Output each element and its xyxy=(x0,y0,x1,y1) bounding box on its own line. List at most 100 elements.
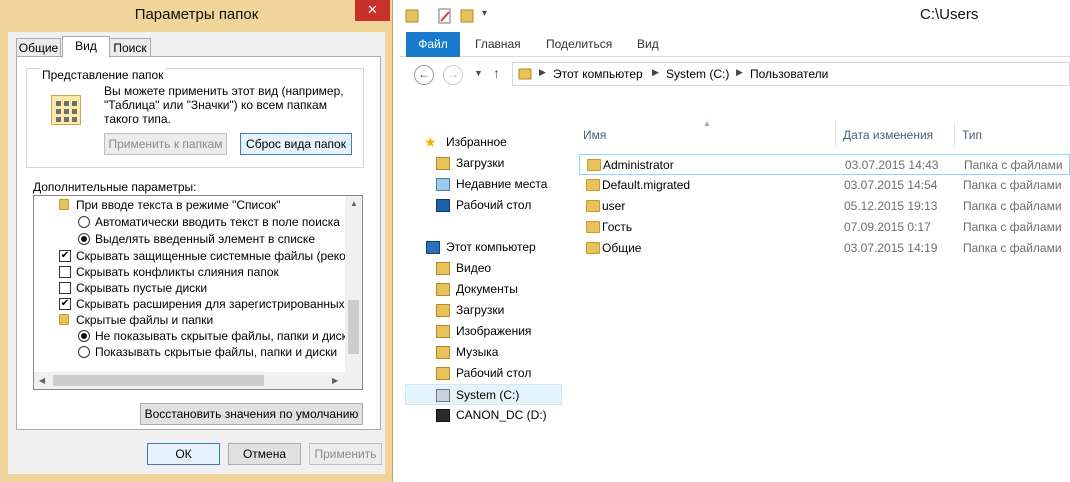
column-date-modified[interactable]: Дата изменения xyxy=(843,128,933,142)
apply-button[interactable]: Применить xyxy=(309,443,382,465)
downloads-folder-icon xyxy=(436,304,450,317)
computer-icon xyxy=(426,241,440,254)
ribbon-tabs: Файл Главная Поделиться Вид xyxy=(400,32,1070,57)
folder-icon xyxy=(518,68,532,80)
breadcrumb-system-c[interactable]: System (C:) xyxy=(666,67,729,81)
pictures-folder-icon xyxy=(436,325,450,338)
folder-views-icon xyxy=(51,95,81,125)
breadcrumb-separator-icon[interactable]: ▶ xyxy=(652,67,659,78)
tab-share[interactable]: Поделиться xyxy=(546,32,612,57)
horizontal-scrollbar[interactable]: ◀ ▶ xyxy=(34,372,362,389)
restore-defaults-button[interactable]: Восстановить значения по умолчанию xyxy=(140,403,363,425)
file-row[interactable]: Administrator 03.07.2015 14:43 Папка с ф… xyxy=(579,154,1070,175)
nav-item-pictures[interactable]: Изображения xyxy=(400,321,563,342)
scroll-right-icon[interactable]: ▶ xyxy=(332,376,338,386)
advanced-settings-label: Дополнительные параметры: xyxy=(33,180,197,194)
explorer-window: ▾ C:\Users Файл Главная Поделиться Вид ←… xyxy=(400,0,1070,482)
vertical-scrollbar[interactable]: ▲ xyxy=(345,196,362,372)
folder-icon xyxy=(405,9,419,23)
customize-toolbar-icon[interactable]: ▾ xyxy=(482,8,487,24)
window-title: C:\Users xyxy=(920,6,979,23)
back-icon[interactable]: ← xyxy=(414,65,434,85)
forward-icon[interactable]: → xyxy=(443,65,463,85)
radio-button[interactable] xyxy=(78,330,90,342)
nav-item-downloads[interactable]: Загрузки xyxy=(400,153,563,174)
up-icon[interactable]: ↑ xyxy=(493,65,500,81)
close-icon[interactable]: ✕ xyxy=(355,0,390,21)
horizontal-scroll-thumb[interactable] xyxy=(53,375,264,386)
vertical-scroll-thumb[interactable] xyxy=(348,300,359,354)
folder-options-dialog: Параметры папок ✕ Общие Вид Поиск Предст… xyxy=(0,0,393,482)
column-headers: ▲ Имя Дата изменения Тип xyxy=(579,119,1070,148)
ok-button[interactable]: ОК xyxy=(147,443,220,465)
breadcrumb-users[interactable]: Пользователи xyxy=(750,67,828,81)
nav-item-music[interactable]: Музыка xyxy=(400,342,563,363)
advanced-settings-list[interactable]: При вводе текста в режиме "Список" Автом… xyxy=(33,195,363,390)
recent-places-icon xyxy=(436,178,450,191)
folder-icon xyxy=(59,314,69,325)
folder-views-group-title: Представление папок xyxy=(40,68,166,82)
apply-to-folders-button[interactable]: Применить к папкам xyxy=(104,133,227,155)
nav-item-documents[interactable]: Документы xyxy=(400,279,563,300)
file-row[interactable]: user 05.12.2015 19:13 Папка с файлами xyxy=(579,196,1070,217)
desktop-folder-icon xyxy=(436,367,450,380)
tab-file[interactable]: Файл xyxy=(406,32,460,57)
column-name[interactable]: Имя xyxy=(583,128,606,142)
folder-icon xyxy=(586,179,600,191)
nav-item-this-pc[interactable]: Этот компьютер xyxy=(400,237,563,258)
column-type[interactable]: Тип xyxy=(962,128,982,142)
tab-view[interactable]: Вид xyxy=(62,36,110,58)
folder-icon xyxy=(586,221,600,233)
new-folder-icon[interactable] xyxy=(460,8,474,24)
folder-icon xyxy=(59,199,69,210)
folder-icon xyxy=(586,242,600,254)
recent-locations-icon[interactable]: ▼ xyxy=(474,68,483,78)
radio-button[interactable] xyxy=(78,233,90,245)
camera-drive-icon xyxy=(436,409,450,422)
file-row[interactable]: Общие 03.07.2015 14:19 Папка с файлами xyxy=(579,238,1070,259)
explorer-titlebar: ▾ C:\Users xyxy=(400,0,1070,32)
nav-item-desktop[interactable]: Рабочий стол xyxy=(400,195,563,216)
downloads-icon xyxy=(436,157,450,170)
properties-icon[interactable] xyxy=(438,8,452,24)
nav-item-desktop-pc[interactable]: Рабочий стол xyxy=(400,363,563,384)
checkbox[interactable] xyxy=(59,266,71,278)
cancel-button[interactable]: Отмена xyxy=(228,443,301,465)
nav-item-recent-places[interactable]: Недавние места xyxy=(400,174,563,195)
reset-folders-button[interactable]: Сброс вида папок xyxy=(240,133,352,155)
address-bar[interactable]: ▶ Этот компьютер ▶ System (C:) ▶ Пользов… xyxy=(512,62,1070,86)
nav-item-video[interactable]: Видео xyxy=(400,258,563,279)
scroll-left-icon[interactable]: ◀ xyxy=(39,376,45,386)
breadcrumb-this-pc[interactable]: Этот компьютер xyxy=(553,67,643,81)
star-icon: ★ xyxy=(424,134,437,150)
dialog-title: Параметры папок xyxy=(134,6,259,23)
radio-button[interactable] xyxy=(78,216,90,228)
sort-up-icon: ▲ xyxy=(703,119,711,128)
desktop-icon xyxy=(436,199,450,212)
folder-views-description: Вы можете применить этот вид (например, … xyxy=(104,84,344,126)
nav-item-downloads-pc[interactable]: Загрузки xyxy=(400,300,563,321)
checkbox[interactable] xyxy=(59,282,71,294)
breadcrumb-separator-icon[interactable]: ▶ xyxy=(736,67,743,78)
checkbox[interactable]: ✔ xyxy=(59,250,71,262)
folder-icon xyxy=(586,200,600,212)
tab-home[interactable]: Главная xyxy=(475,32,521,57)
breadcrumb-separator-icon[interactable]: ▶ xyxy=(539,67,546,78)
tab-general[interactable]: Общие xyxy=(16,38,61,58)
documents-folder-icon xyxy=(436,283,450,296)
tab-search[interactable]: Поиск xyxy=(109,38,151,58)
music-folder-icon xyxy=(436,346,450,359)
scroll-up-icon[interactable]: ▲ xyxy=(350,199,358,209)
nav-item-system-c[interactable]: System (C:) xyxy=(405,384,562,405)
checkbox[interactable]: ✔ xyxy=(59,298,71,310)
nav-item-canon-dc[interactable]: CANON_DC (D:) xyxy=(400,405,563,426)
video-folder-icon xyxy=(436,262,450,275)
folder-icon xyxy=(587,159,601,171)
radio-button[interactable] xyxy=(78,346,90,358)
file-row[interactable]: Default.migrated 03.07.2015 14:54 Папка … xyxy=(579,175,1070,196)
tab-view[interactable]: Вид xyxy=(637,32,659,57)
system-drive-icon xyxy=(436,389,450,402)
file-row[interactable]: Гость 07.09.2015 0:17 Папка с файлами xyxy=(579,217,1070,238)
nav-item-favorites[interactable]: ★ Избранное xyxy=(400,132,563,153)
navigation-pane: ★ Избранное Загрузки Недавние места Рабо… xyxy=(400,118,563,428)
